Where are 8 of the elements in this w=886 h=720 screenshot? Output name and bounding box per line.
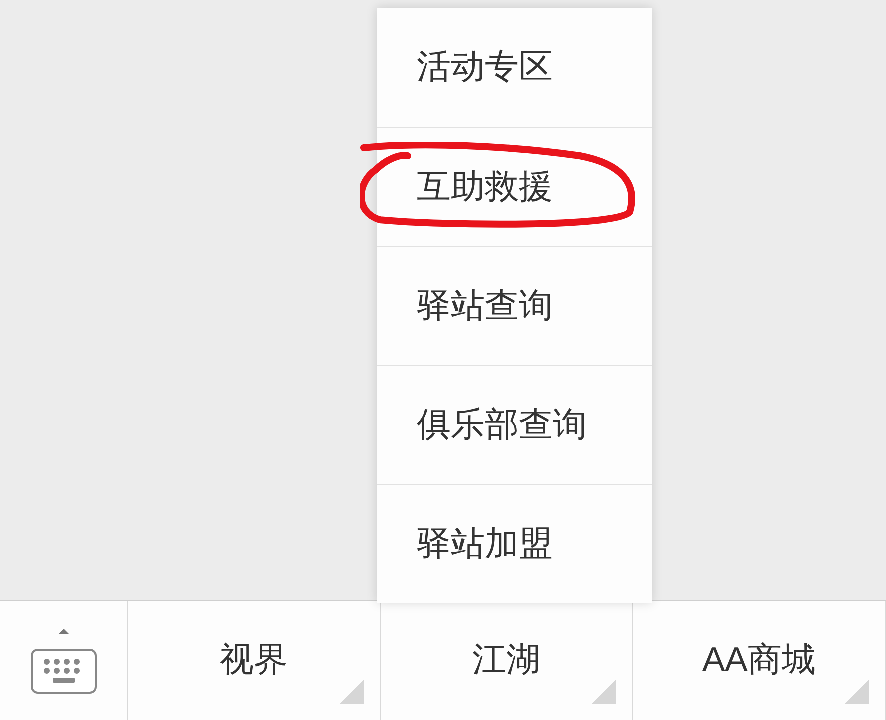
menu-item[interactable]: 互助救援 [377,127,652,246]
menu-item[interactable]: 驿站查询 [377,246,652,365]
menu-item[interactable]: 俱乐部查询 [377,365,652,484]
submenu-corner-icon [592,680,616,704]
submenu-corner-icon [845,680,870,704]
submenu-corner-icon [340,680,364,704]
menu-item[interactable]: 驿站加盟 [377,484,652,603]
menu-item[interactable]: 活动专区 [377,8,652,127]
